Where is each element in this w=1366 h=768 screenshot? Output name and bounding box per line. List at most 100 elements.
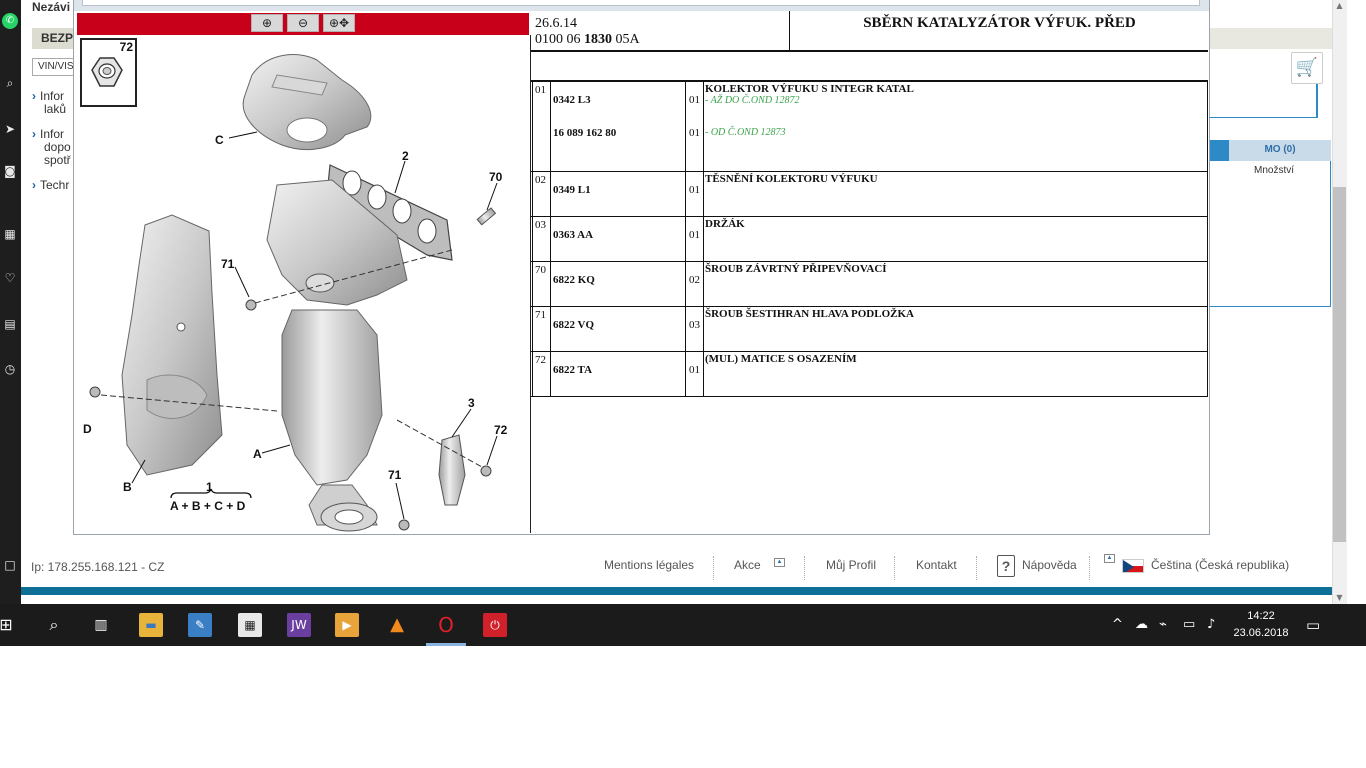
info-link-3[interactable]: › Techr (32, 179, 69, 192)
row1-note2: - OD Č.OND 12873 (705, 127, 786, 138)
callout-d: D (83, 422, 92, 436)
nut-72 (480, 465, 492, 477)
zoom-in-icon[interactable]: ⊕ (251, 14, 283, 32)
row1-qty2: 01 (689, 127, 700, 139)
panel-border (1208, 117, 1318, 118)
catalytic-manifold-a (266, 179, 408, 532)
speed-dial-icon[interactable]: ▦ (2, 226, 18, 242)
volume-icon[interactable]: ♪ (1207, 604, 1215, 646)
row2-ref[interactable]: 0349 L1 (553, 184, 591, 196)
diagram-toolbar: ⊕ ⊖ ⊕✥ (77, 13, 529, 35)
popup-top-strip (74, 0, 1209, 11)
power-plug-icon[interactable]: ⌁ (1159, 604, 1167, 646)
info-link-1[interactable]: › Infor laků (32, 90, 66, 116)
row5-desc: ŠROUB ŠESTIHRAN HLAVA PODLOŽKA (705, 308, 914, 320)
windows-taskbar: ⊞ ⌕ ▥ ▬ ✎ ▦ JW ▶ ▲ O ⏻ ^ ☁ ⌁ ▭ ♪ 14:22 2… (0, 604, 1366, 646)
calculator-icon[interactable]: ▦ (238, 613, 262, 637)
vin-input[interactable]: VIN/VIS (32, 58, 77, 76)
row4-qty: 02 (689, 274, 700, 286)
row2-qty: 01 (689, 184, 700, 196)
callout-72: 72 (494, 423, 508, 437)
file-explorer-icon[interactable]: ▬ (139, 613, 163, 637)
stud-70 (476, 207, 497, 226)
history-icon[interactable]: ◷ (2, 361, 18, 377)
help-icon[interactable]: ? (997, 555, 1015, 577)
row1-ref2[interactable]: 16 089 162 80 (553, 127, 616, 139)
arrow-icon: › (32, 89, 36, 103)
mentions-link[interactable]: Mentions légales (604, 558, 694, 572)
row5-qty: 03 (689, 319, 700, 331)
onedrive-icon[interactable]: ☁ (1135, 604, 1148, 646)
shopping-cart-icon[interactable]: 🛒 (1291, 52, 1323, 84)
send-icon[interactable]: ➤ (2, 121, 18, 137)
tab-bezp[interactable]: BEZP (32, 28, 78, 49)
divider (713, 556, 714, 580)
zoom-out-icon[interactable]: ⊖ (287, 14, 319, 32)
heat-shield-b (121, 214, 223, 476)
language-selector[interactable]: Čeština (Česká republika) (1151, 558, 1289, 572)
power-app-icon[interactable]: ⏻ (483, 613, 507, 637)
media-player-icon[interactable]: ▶ (335, 613, 359, 637)
notification-icon[interactable]: ▭ (1306, 604, 1320, 646)
system-clock[interactable]: 14:22 23.06.2018 (1225, 608, 1297, 642)
diagram-svg: C 2 70 71 D B 1 A + B + C + D A 3 72 71 (83, 54, 508, 532)
row4-ref[interactable]: 6822 KQ (553, 274, 595, 286)
row5-ref[interactable]: 6822 VQ (553, 319, 594, 331)
footer: Ip: 178.255.168.121 - CZ Mentions légale… (21, 548, 1332, 588)
callout-assembly: A + B + C + D (170, 499, 246, 513)
network-icon[interactable]: ▭ (1183, 604, 1195, 646)
search-icon[interactable]: ⌕ (2, 75, 18, 91)
napoveda-link[interactable]: Nápověda (1022, 558, 1077, 572)
whatsapp-icon[interactable]: ✆ (2, 13, 18, 29)
bracket-3 (438, 434, 466, 506)
paint-icon[interactable]: ✎ (188, 613, 212, 637)
callout-b: B (123, 480, 132, 494)
windows-start-icon[interactable]: ⊞ (0, 613, 18, 637)
panel-border (1316, 84, 1318, 118)
row3-ref[interactable]: 0363 AA (553, 229, 593, 241)
bolt-d (89, 386, 101, 398)
camera-icon[interactable]: ◙ (2, 163, 18, 179)
scroll-down-icon[interactable]: ▼ (1332, 592, 1347, 604)
heart-icon[interactable]: ♡ (2, 270, 18, 286)
scrollbar-thumb[interactable] (1333, 187, 1346, 542)
profil-link[interactable]: Můj Profil (826, 558, 876, 572)
parts-popup-window: ⊕ ⊖ ⊕✥ 72 C 2 70 71 D B 1 A + B + C + D … (73, 0, 1210, 535)
arrow-icon: › (32, 178, 36, 192)
chevron-up-icon[interactable]: ^ (1112, 604, 1123, 646)
tab-mo[interactable]: MO (0) (1229, 140, 1331, 161)
heat-shield-c (242, 54, 372, 151)
sidebar-toggle-icon[interactable]: □ (2, 557, 18, 573)
row1-qty: 01 (689, 94, 700, 106)
row6-desc: (MUL) MATICE S OSAZENÍM (705, 353, 857, 365)
row5-pos: 71 (535, 309, 546, 321)
active-app-indicator (426, 643, 466, 646)
row2-pos: 02 (535, 174, 546, 186)
row6-pos: 72 (535, 354, 546, 366)
news-icon[interactable]: ▤ (2, 316, 18, 332)
tab-basket[interactable] (1208, 140, 1229, 161)
jw-app-icon[interactable]: JW (287, 613, 311, 637)
scroll-up-icon[interactable]: ▲ (1332, 0, 1347, 12)
row1-ref[interactable]: 0342 L3 (553, 94, 591, 106)
vlc-icon[interactable]: ▲ (385, 613, 409, 637)
zoom-pan-icon[interactable]: ⊕✥ (323, 14, 355, 32)
row4-pos: 70 (535, 264, 546, 276)
arrow-up-icon[interactable]: ▲ (1104, 554, 1115, 563)
exploded-diagram: 72 C 2 70 71 D B 1 A + B + C + D A 3 72 … (77, 35, 531, 533)
row3-pos: 03 (535, 219, 546, 231)
opera-icon[interactable]: O (434, 613, 458, 637)
row4-desc: ŠROUB ZÁVRTNÝ PŘIPEVŇOVACÍ (705, 263, 887, 275)
row6-ref[interactable]: 6822 TA (553, 364, 592, 376)
bolt-71b (398, 519, 410, 531)
divider (804, 556, 805, 580)
divider (976, 556, 977, 580)
header-date: 26.6.14 (535, 16, 577, 31)
arrow-up-icon[interactable]: ▲ (774, 558, 785, 567)
akce-link[interactable]: Akce (734, 558, 761, 572)
search-icon[interactable]: ⌕ (42, 613, 66, 637)
kontakt-link[interactable]: Kontakt (916, 558, 957, 572)
info-link-2[interactable]: › Infor dopo spotř (32, 128, 71, 167)
task-view-icon[interactable]: ▥ (89, 613, 113, 637)
callout-71: 71 (221, 257, 235, 271)
